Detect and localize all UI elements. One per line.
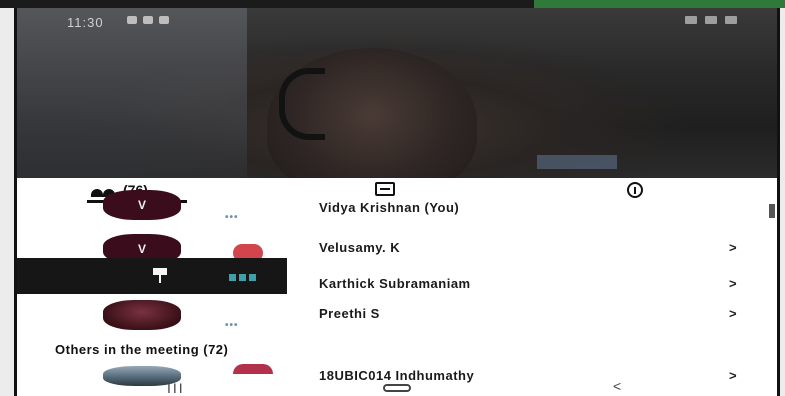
audio-indicator-icon: ••• [225,212,239,223]
headset-icon [279,68,325,140]
participant-name: Vidya Krishnan (You) [319,200,460,215]
video-overlay-tag [537,155,617,169]
chevron-right-icon[interactable]: > [729,240,737,255]
notification-icon [143,16,153,24]
tab-info[interactable] [627,182,643,198]
participants-list: V ••• Vidya Krishnan (You) V Velusamy. K… [17,190,777,396]
top-stripe [0,0,785,8]
participant-name: Velusamy. K [319,240,401,255]
pin-icon [153,268,167,283]
audio-indicator-icon: ••• [225,320,239,331]
audio-level-icon [229,274,256,281]
navigation-bar: III < [17,378,777,396]
others-section-heading: Others in the meeting (72) [55,342,229,357]
battery-icon [725,16,737,24]
avatar: V [103,190,181,220]
status-time: 11:30 [67,15,104,30]
tab-chat[interactable] [375,182,395,196]
home-button[interactable] [383,384,411,392]
chevron-right-icon[interactable]: > [729,276,737,291]
participant-name: Preethi S [319,306,380,321]
info-icon [627,182,643,198]
participant-row[interactable]: V ••• Vidya Krishnan (You) [17,190,777,232]
chevron-right-icon[interactable]: > [729,306,737,321]
wifi-icon [705,16,717,24]
video-feed[interactable]: 11:30 [17,8,777,198]
notification-icon [127,16,137,24]
signal-icon [685,16,697,24]
scrollbar[interactable] [769,204,775,218]
back-button[interactable]: < [613,378,621,394]
phone-screen: 11:30 (76) [14,8,780,396]
partial-avatar [233,364,273,374]
recents-button[interactable]: III [167,380,185,396]
participant-name: Karthick Subramaniam [319,276,471,291]
chat-icon [375,182,395,196]
notification-icon [159,16,169,24]
avatar [103,300,181,330]
screenshot-frame: 11:30 (76) [0,0,785,396]
pinned-participant-bar[interactable] [17,258,287,294]
notification-icons [127,16,169,24]
participant-row[interactable]: ••• Preethi S > [17,300,777,334]
system-icons [685,16,737,24]
status-bar: 11:30 [17,8,777,34]
